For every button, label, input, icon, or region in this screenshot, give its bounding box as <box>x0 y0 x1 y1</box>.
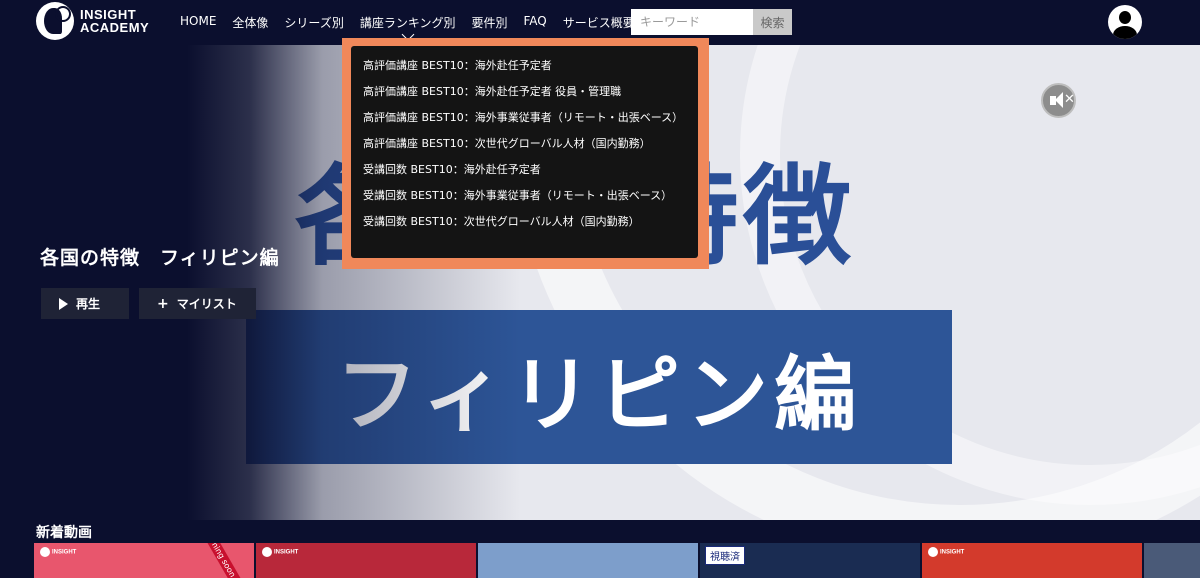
dropdown-item[interactable]: 高評価講座 BEST10：海外赴任予定者 <box>351 56 698 82</box>
dropdown-item[interactable]: 高評価講座 BEST10：海外事業従事者（リモート・出張ベース） <box>351 108 698 134</box>
avatar-icon[interactable] <box>1108 5 1142 39</box>
dropdown-item[interactable]: 受講回数 BEST10：次世代グローバル人材（国内勤務） <box>351 212 698 238</box>
nav-service[interactable]: サービス概要 <box>563 14 635 31</box>
thumb-logo: INSIGHT <box>40 547 76 557</box>
thumb-logo: INSIGHT <box>928 547 964 557</box>
mute-button[interactable]: ✕ <box>1041 83 1076 118</box>
search-input[interactable] <box>631 9 753 35</box>
nav-overview[interactable]: 全体像 <box>232 14 268 31</box>
video-thumbnail[interactable] <box>478 543 698 578</box>
video-thumbnail[interactable]: INSIGHT <box>256 543 476 578</box>
new-videos-row: INSIGHT coming soon INSIGHT 視聴済 INSIGHT <box>34 543 1200 578</box>
thumb-logo-line1: INSIGHT <box>52 549 77 556</box>
video-thumbnail[interactable]: INSIGHT <box>922 543 1142 578</box>
logo-line2: ACADEMY <box>80 20 150 35</box>
main-nav: HOME 全体像 シリーズ別 講座ランキング別 要件別 FAQ サービス概要 <box>180 14 635 41</box>
play-button[interactable]: 再生 <box>41 288 129 319</box>
logo-text: INSIGHT ACADEMY <box>80 8 149 34</box>
logo[interactable]: INSIGHT ACADEMY <box>36 2 149 40</box>
dropdown-item[interactable]: 受講回数 BEST10：海外赴任予定者 <box>351 160 698 186</box>
new-videos-title: 新着動画 <box>36 525 92 541</box>
nav-requirements[interactable]: 要件別 <box>471 14 507 31</box>
ranking-dropdown-menu: 高評価講座 BEST10：海外赴任予定者 高評価講座 BEST10：海外赴任予定… <box>351 46 698 258</box>
thumb-logo-line1: INSIGHT <box>940 549 965 556</box>
video-thumbnail[interactable]: INSIGHT coming soon <box>34 543 254 578</box>
video-thumbnail[interactable]: 視聴済 <box>700 543 920 578</box>
dropdown-highlight: 高評価講座 BEST10：海外赴任予定者 高評価講座 BEST10：海外赴任予定… <box>342 38 709 269</box>
play-label: 再生 <box>76 297 101 311</box>
nav-series[interactable]: シリーズ別 <box>284 14 343 31</box>
nav-ranking[interactable]: 講座ランキング別 <box>360 14 455 41</box>
add-mylist-button[interactable]: + マイリスト <box>139 288 256 319</box>
mute-x-icon: ✕ <box>1064 92 1075 107</box>
coming-soon-badge: coming soon <box>195 543 246 578</box>
hero-title: 各国の特徴 フィリピン編 <box>40 247 280 269</box>
watched-badge: 視聴済 <box>705 546 745 565</box>
play-icon <box>59 297 68 310</box>
mylist-label: マイリスト <box>176 297 237 311</box>
dropdown-item[interactable]: 高評価講座 BEST10：次世代グローバル人材（国内勤務） <box>351 134 698 160</box>
thumb-logo-line1: INSIGHT <box>274 549 299 556</box>
plus-icon: + <box>157 295 169 312</box>
nav-faq[interactable]: FAQ <box>524 14 547 31</box>
thumb-logo: INSIGHT <box>262 547 298 557</box>
dropdown-item[interactable]: 受講回数 BEST10：海外事業従事者（リモート・出張ベース） <box>351 186 698 212</box>
logo-mark-icon <box>36 2 74 40</box>
search-button[interactable]: 検索 <box>753 9 792 35</box>
dropdown-item[interactable]: 高評価講座 BEST10：海外赴任予定者 役員・管理職 <box>351 82 698 108</box>
nav-home[interactable]: HOME <box>180 14 216 31</box>
video-thumbnail[interactable] <box>1144 543 1200 578</box>
speaker-cone-icon <box>1055 92 1063 108</box>
